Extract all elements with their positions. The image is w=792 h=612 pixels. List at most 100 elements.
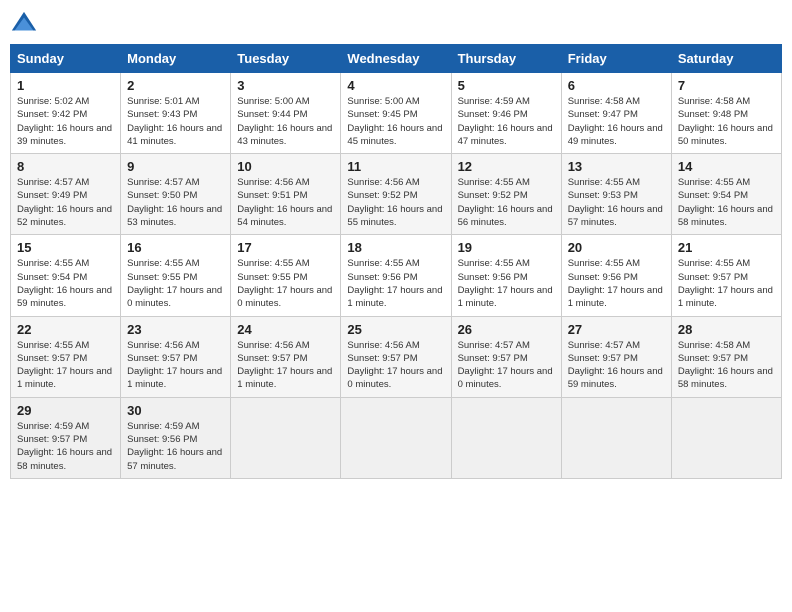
day-info: Sunrise: 5:02 AM Sunset: 9:42 PM Dayligh… (17, 95, 114, 148)
day-info: Sunrise: 5:00 AM Sunset: 9:44 PM Dayligh… (237, 95, 334, 148)
day-info: Sunrise: 4:55 AM Sunset: 9:53 PM Dayligh… (568, 176, 665, 229)
day-number: 19 (458, 240, 555, 255)
weekday-header-friday: Friday (561, 45, 671, 73)
week-row-4: 22 Sunrise: 4:55 AM Sunset: 9:57 PM Dayli… (11, 316, 782, 397)
day-info: Sunrise: 5:01 AM Sunset: 9:43 PM Dayligh… (127, 95, 224, 148)
day-info: Sunrise: 4:56 AM Sunset: 9:57 PM Dayligh… (127, 339, 224, 392)
day-number: 30 (127, 403, 224, 418)
day-number: 13 (568, 159, 665, 174)
logo-icon (10, 10, 38, 38)
day-info: Sunrise: 4:55 AM Sunset: 9:55 PM Dayligh… (237, 257, 334, 310)
day-info: Sunrise: 4:56 AM Sunset: 9:57 PM Dayligh… (237, 339, 334, 392)
calendar-cell: 25 Sunrise: 4:56 AM Sunset: 9:57 PM Dayli… (341, 316, 451, 397)
logo (10, 10, 42, 38)
calendar-cell: 19 Sunrise: 4:55 AM Sunset: 9:56 PM Dayli… (451, 235, 561, 316)
day-info: Sunrise: 4:57 AM Sunset: 9:49 PM Dayligh… (17, 176, 114, 229)
calendar-cell: 12 Sunrise: 4:55 AM Sunset: 9:52 PM Dayli… (451, 154, 561, 235)
day-info: Sunrise: 4:58 AM Sunset: 9:57 PM Dayligh… (678, 339, 775, 392)
calendar-cell: 21Sunrise: 4:55 AM Sunset: 9:57 PM Dayli… (671, 235, 781, 316)
day-info: Sunrise: 4:59 AM Sunset: 9:56 PM Dayligh… (127, 420, 224, 473)
weekday-header-sunday: Sunday (11, 45, 121, 73)
weekday-header-tuesday: Tuesday (231, 45, 341, 73)
calendar-cell: 3 Sunrise: 5:00 AM Sunset: 9:44 PM Daylig… (231, 73, 341, 154)
day-info: Sunrise: 4:58 AM Sunset: 9:47 PM Dayligh… (568, 95, 665, 148)
calendar-cell: 8 Sunrise: 4:57 AM Sunset: 9:49 PM Daylig… (11, 154, 121, 235)
calendar-cell: 18 Sunrise: 4:55 AM Sunset: 9:56 PM Dayli… (341, 235, 451, 316)
day-number: 22 (17, 322, 114, 337)
calendar-cell: 9 Sunrise: 4:57 AM Sunset: 9:50 PM Daylig… (121, 154, 231, 235)
calendar-cell (451, 397, 561, 478)
calendar-cell (341, 397, 451, 478)
day-number: 23 (127, 322, 224, 337)
calendar-cell: 13 Sunrise: 4:55 AM Sunset: 9:53 PM Dayli… (561, 154, 671, 235)
day-info: Sunrise: 4:57 AM Sunset: 9:57 PM Dayligh… (568, 339, 665, 392)
day-number: 29 (17, 403, 114, 418)
calendar-cell: 10Sunrise: 4:56 AM Sunset: 9:51 PM Dayli… (231, 154, 341, 235)
day-info: Sunrise: 4:55 AM Sunset: 9:54 PM Dayligh… (17, 257, 114, 310)
calendar-table: SundayMondayTuesdayWednesdayThursdayFrid… (10, 44, 782, 479)
day-info: Sunrise: 4:55 AM Sunset: 9:56 PM Dayligh… (347, 257, 444, 310)
calendar-cell: 22 Sunrise: 4:55 AM Sunset: 9:57 PM Dayli… (11, 316, 121, 397)
day-number: 6 (568, 78, 665, 93)
day-number: 11 (347, 159, 444, 174)
day-info: Sunrise: 4:57 AM Sunset: 9:50 PM Dayligh… (127, 176, 224, 229)
day-info: Sunrise: 4:56 AM Sunset: 9:51 PM Dayligh… (237, 176, 334, 229)
day-info: Sunrise: 4:55 AM Sunset: 9:56 PM Dayligh… (458, 257, 555, 310)
day-number: 2 (127, 78, 224, 93)
calendar-cell: 29Sunrise: 4:59 AM Sunset: 9:57 PM Dayli… (11, 397, 121, 478)
calendar-cell: 5 Sunrise: 4:59 AM Sunset: 9:46 PM Daylig… (451, 73, 561, 154)
day-number: 5 (458, 78, 555, 93)
day-number: 27 (568, 322, 665, 337)
day-number: 18 (347, 240, 444, 255)
weekday-header-wednesday: Wednesday (341, 45, 451, 73)
day-info: Sunrise: 4:55 AM Sunset: 9:57 PM Dayligh… (17, 339, 114, 392)
day-info: Sunrise: 4:56 AM Sunset: 9:52 PM Dayligh… (347, 176, 444, 229)
day-number: 25 (347, 322, 444, 337)
week-row-5: 29Sunrise: 4:59 AM Sunset: 9:57 PM Dayli… (11, 397, 782, 478)
day-number: 9 (127, 159, 224, 174)
calendar-cell: 7Sunrise: 4:58 AM Sunset: 9:48 PM Daylig… (671, 73, 781, 154)
calendar-container: SundayMondayTuesdayWednesdayThursdayFrid… (10, 10, 782, 479)
calendar-cell: 28 Sunrise: 4:58 AM Sunset: 9:57 PM Dayli… (671, 316, 781, 397)
week-row-1: 1 Sunrise: 5:02 AM Sunset: 9:42 PM Daylig… (11, 73, 782, 154)
calendar-cell: 23 Sunrise: 4:56 AM Sunset: 9:57 PM Dayli… (121, 316, 231, 397)
day-number: 4 (347, 78, 444, 93)
day-number: 26 (458, 322, 555, 337)
day-number: 3 (237, 78, 334, 93)
day-info: Sunrise: 4:56 AM Sunset: 9:57 PM Dayligh… (347, 339, 444, 392)
day-info: Sunrise: 4:58 AM Sunset: 9:48 PM Dayligh… (678, 95, 775, 148)
calendar-cell (561, 397, 671, 478)
calendar-cell: 4Sunrise: 5:00 AM Sunset: 9:45 PM Daylig… (341, 73, 451, 154)
calendar-cell (231, 397, 341, 478)
day-info: Sunrise: 4:57 AM Sunset: 9:57 PM Dayligh… (458, 339, 555, 392)
calendar-cell: 24 Sunrise: 4:56 AM Sunset: 9:57 PM Dayli… (231, 316, 341, 397)
day-number: 28 (678, 322, 775, 337)
calendar-cell: 1 Sunrise: 5:02 AM Sunset: 9:42 PM Daylig… (11, 73, 121, 154)
calendar-cell: 15 Sunrise: 4:55 AM Sunset: 9:54 PM Dayli… (11, 235, 121, 316)
calendar-cell: 26 Sunrise: 4:57 AM Sunset: 9:57 PM Dayli… (451, 316, 561, 397)
day-info: Sunrise: 4:55 AM Sunset: 9:52 PM Dayligh… (458, 176, 555, 229)
calendar-cell: 20 Sunrise: 4:55 AM Sunset: 9:56 PM Dayli… (561, 235, 671, 316)
calendar-cell: 11 Sunrise: 4:56 AM Sunset: 9:52 PM Dayli… (341, 154, 451, 235)
calendar-cell: 6 Sunrise: 4:58 AM Sunset: 9:47 PM Daylig… (561, 73, 671, 154)
day-info: Sunrise: 4:55 AM Sunset: 9:57 PM Dayligh… (678, 257, 775, 310)
day-number: 20 (568, 240, 665, 255)
day-number: 1 (17, 78, 114, 93)
day-info: Sunrise: 4:55 AM Sunset: 9:54 PM Dayligh… (678, 176, 775, 229)
week-row-3: 15 Sunrise: 4:55 AM Sunset: 9:54 PM Dayli… (11, 235, 782, 316)
day-number: 16 (127, 240, 224, 255)
day-info: Sunrise: 4:55 AM Sunset: 9:56 PM Dayligh… (568, 257, 665, 310)
week-row-2: 8 Sunrise: 4:57 AM Sunset: 9:49 PM Daylig… (11, 154, 782, 235)
weekday-header-monday: Monday (121, 45, 231, 73)
day-number: 24 (237, 322, 334, 337)
day-info: Sunrise: 4:59 AM Sunset: 9:46 PM Dayligh… (458, 95, 555, 148)
day-info: Sunrise: 4:55 AM Sunset: 9:55 PM Dayligh… (127, 257, 224, 310)
calendar-cell: 16 Sunrise: 4:55 AM Sunset: 9:55 PM Dayli… (121, 235, 231, 316)
weekday-header-row: SundayMondayTuesdayWednesdayThursdayFrid… (11, 45, 782, 73)
day-number: 15 (17, 240, 114, 255)
calendar-cell: 30 Sunrise: 4:59 AM Sunset: 9:56 PM Dayli… (121, 397, 231, 478)
day-number: 12 (458, 159, 555, 174)
header (10, 10, 782, 38)
calendar-cell: 14Sunrise: 4:55 AM Sunset: 9:54 PM Dayli… (671, 154, 781, 235)
day-number: 8 (17, 159, 114, 174)
